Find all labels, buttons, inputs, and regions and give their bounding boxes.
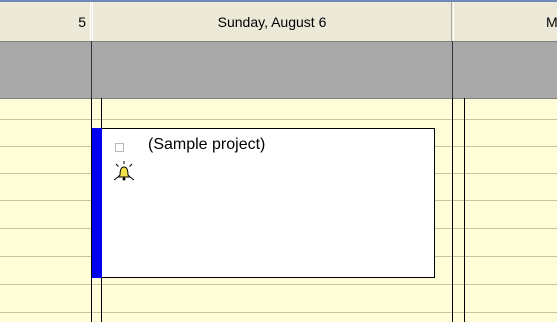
all-day-divider <box>452 41 453 98</box>
grid-top-line <box>0 98 557 99</box>
appointment-status-bar <box>92 128 102 278</box>
previous-day-header[interactable]: 5 <box>0 2 91 41</box>
all-day-band[interactable] <box>0 41 557 98</box>
appointment-title: (Sample project) <box>148 136 266 153</box>
time-slot-line <box>0 284 557 285</box>
day-header-label: Sunday, August 6 <box>217 13 327 30</box>
checkbox-icon[interactable] <box>115 143 124 152</box>
previous-day-label: 5 <box>78 13 86 30</box>
day-header-sunday[interactable]: Sunday, August 6 <box>92 2 452 41</box>
time-slot-line <box>0 312 557 313</box>
day-column-divider <box>452 98 453 322</box>
next-day-label: M <box>546 13 557 30</box>
all-day-divider <box>91 41 92 98</box>
next-day-header[interactable]: M <box>453 2 557 41</box>
reminder-bell-icon <box>113 161 135 181</box>
day-column-divider <box>464 98 465 322</box>
time-slot-line <box>0 119 557 120</box>
